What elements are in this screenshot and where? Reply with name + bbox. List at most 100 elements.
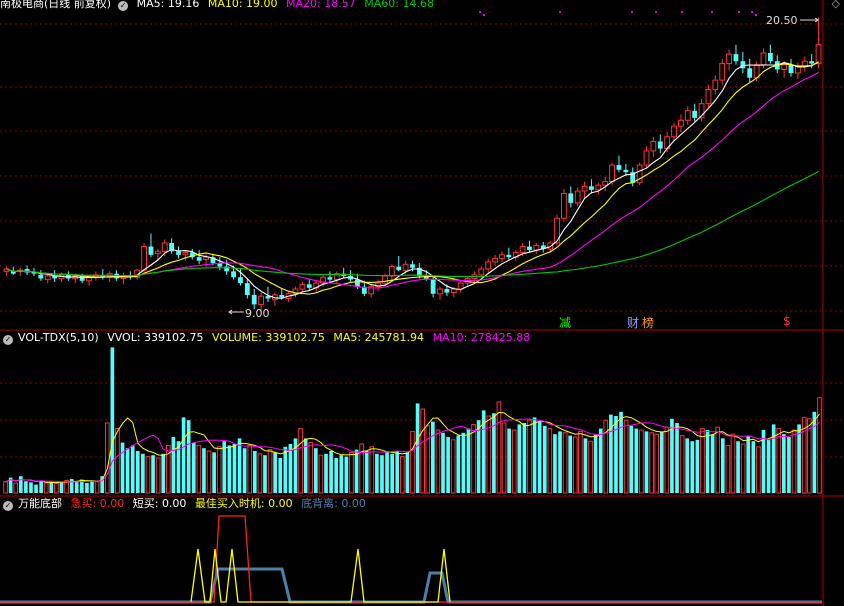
candle-down	[79, 276, 85, 281]
volume-bar	[130, 445, 135, 493]
grid-lines	[0, 0, 844, 606]
volume-bar	[171, 437, 176, 493]
volume-bar	[267, 449, 273, 494]
volume-ma10-readout: MA10: 278425.88	[432, 331, 531, 344]
candle-up	[382, 275, 388, 284]
volume-bar	[598, 428, 603, 493]
candle-down	[747, 68, 753, 78]
signal-dot	[750, 10, 754, 14]
candle-up	[519, 246, 526, 253]
event-marker-bang[interactable]: 榜	[642, 314, 654, 331]
volume-bar	[375, 453, 379, 493]
volume-bar	[715, 426, 721, 494]
jimai-readout: 急买: 0.00	[70, 497, 125, 510]
volume-bar	[685, 438, 690, 493]
candle-down	[396, 266, 402, 271]
volume-bar	[787, 437, 791, 493]
volume-bar	[496, 401, 502, 494]
volume-bar	[94, 481, 100, 494]
volume-bar	[542, 425, 547, 493]
candle-up	[801, 60, 808, 67]
volume-bar	[141, 453, 145, 493]
volume-bar	[90, 480, 94, 493]
volume-bar	[420, 408, 426, 494]
volume-bar	[782, 434, 786, 493]
candle-up	[719, 63, 726, 81]
volume-bar	[390, 453, 394, 493]
event-marker-cai[interactable]: 财	[627, 314, 639, 331]
kline-chart[interactable]	[0, 0, 844, 606]
event-marker-jian[interactable]: 减	[559, 314, 571, 331]
volume-bar	[435, 429, 441, 494]
candle-up	[595, 184, 602, 191]
ma5-readout: MA5: 19.16	[136, 0, 200, 10]
candle-up	[650, 140, 657, 152]
candle-up	[485, 261, 492, 270]
volume-bar	[186, 420, 191, 493]
volume-bar	[588, 440, 593, 494]
volume-bar	[466, 428, 471, 493]
volume-bar	[522, 423, 527, 493]
volume-bar	[730, 433, 736, 494]
candle-down	[327, 277, 333, 280]
candlestick-series[interactable]	[3, 17, 822, 312]
volume-bar	[634, 428, 639, 493]
volume-bar	[446, 437, 450, 493]
volume-bar	[181, 417, 186, 493]
candle-up	[712, 79, 719, 91]
candle-down	[231, 271, 236, 278]
candle-down	[238, 277, 243, 284]
volume-bar	[74, 481, 79, 493]
low-price-marker: 9.00	[245, 307, 270, 320]
volume-ma5-readout: MA5: 245781.94	[333, 331, 425, 344]
volume-bar	[558, 431, 562, 493]
volume-settings-circle-icon[interactable]: ✓	[3, 335, 13, 345]
candle-down	[616, 165, 622, 170]
volume-bar	[288, 444, 293, 493]
candle-up	[388, 266, 395, 277]
zuijia-readout: 最佳买入时机: 0.00	[194, 497, 293, 510]
bottom-indicator-lines	[0, 515, 822, 604]
volume-bar	[39, 480, 43, 493]
volume-bar	[476, 420, 481, 493]
volume-bar	[501, 422, 507, 494]
candle-down	[444, 289, 450, 293]
settings-circle-icon[interactable]: ✓	[118, 1, 129, 11]
candle-down	[196, 257, 202, 261]
candle-up	[760, 52, 767, 66]
volume-bar	[720, 438, 725, 493]
volume-bar	[24, 481, 28, 493]
volume-bar	[740, 443, 746, 494]
candle-up	[258, 295, 264, 305]
candle-down	[279, 294, 285, 298]
volume-bar	[3, 481, 8, 494]
signal-dots	[478, 10, 758, 17]
volume-bar	[461, 432, 466, 493]
candle-up	[141, 246, 147, 271]
volume-bar	[756, 446, 761, 494]
candle-up	[684, 110, 691, 121]
volume-bar	[675, 423, 679, 493]
candle-up	[581, 185, 588, 192]
volume-bar	[690, 441, 695, 493]
ma20-readout: MA20: 18.57	[286, 0, 356, 10]
candle-up	[815, 44, 822, 65]
volume-bar	[196, 444, 202, 494]
volume-bar	[18, 476, 23, 493]
volume-bar	[553, 434, 557, 493]
candle-up	[492, 257, 498, 263]
ma10-readout: MA10: 19.00	[207, 0, 278, 10]
signal-dot	[654, 10, 658, 14]
event-marker-dollar[interactable]: $	[783, 314, 791, 328]
volume-bar	[104, 422, 110, 494]
stock-name: 南极电商	[0, 0, 44, 10]
volume-bar	[537, 421, 542, 493]
volume-bar	[399, 456, 405, 494]
candle-down	[740, 61, 746, 69]
candle-up	[781, 64, 788, 70]
corner-diamond-icon[interactable]: ◇	[832, 0, 840, 10]
indicator-settings-circle-icon[interactable]: ✓	[3, 501, 13, 511]
candle-up	[161, 242, 168, 252]
volume-bar	[812, 411, 817, 493]
candle-up	[643, 150, 650, 166]
